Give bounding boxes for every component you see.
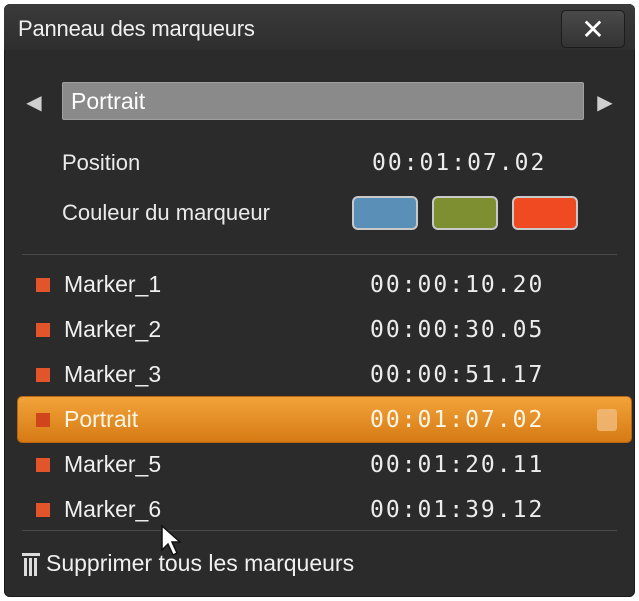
marker-row-4-selected[interactable]: Portrait 00:01:07.02 — [18, 397, 631, 442]
marker-name: Marker_1 — [64, 271, 162, 297]
marker-bullet-icon — [36, 277, 50, 292]
close-icon: ✕ — [581, 13, 605, 45]
marker-row-1[interactable]: Marker_1 00:00:10.20 — [18, 262, 625, 307]
delete-all-label: Supprimer tous les marqueurs — [46, 550, 355, 576]
marker-row-3[interactable]: Marker_3 00:00:51.17 — [18, 352, 625, 397]
arrow-right-icon: ▶ — [597, 91, 613, 114]
delete-marker-icon[interactable] — [597, 409, 617, 431]
panel-title: Panneau des marqueurs — [18, 16, 255, 41]
marker-row-6[interactable]: Marker_6 00:01:39.12 — [18, 487, 625, 532]
position-value: 00:01:07.02 — [372, 150, 547, 176]
color-swatch-red[interactable] — [512, 196, 578, 230]
arrow-left-icon: ◀ — [26, 91, 42, 114]
title-bar: Panneau des marqueurs ✕ — [4, 4, 635, 50]
marker-time: 00:01:07.02 — [370, 406, 545, 433]
marker-name: Portrait — [64, 406, 139, 432]
marker-color-label: Couleur du marqueur — [62, 200, 270, 225]
marker-navigation: ◀ ▶ — [4, 78, 635, 126]
marker-name: Marker_2 — [64, 316, 162, 342]
marker-row-2[interactable]: Marker_2 00:00:30.05 — [18, 307, 625, 352]
marker-name: Marker_5 — [64, 451, 162, 477]
trash-icon — [22, 551, 40, 577]
marker-panel: Panneau des marqueurs ✕ ◀ ▶ Position 00:… — [4, 4, 635, 597]
marker-row-5[interactable]: Marker_5 00:01:20.11 — [18, 442, 625, 487]
position-label: Position — [62, 150, 141, 175]
color-swatch-green[interactable] — [432, 196, 498, 230]
marker-name: Marker_6 — [64, 496, 162, 522]
divider — [22, 530, 617, 531]
marker-bullet-icon — [36, 322, 50, 337]
divider — [22, 254, 617, 255]
marker-time: 00:01:39.12 — [370, 496, 545, 523]
marker-list: Marker_1 00:00:10.20 Marker_2 00:00:30.0… — [18, 262, 631, 532]
close-button[interactable]: ✕ — [561, 10, 625, 48]
previous-marker-button[interactable]: ◀ — [14, 78, 54, 126]
next-marker-button[interactable]: ▶ — [585, 78, 625, 126]
marker-bullet-icon — [36, 457, 50, 472]
marker-bullet-icon — [36, 412, 50, 427]
marker-time: 00:00:51.17 — [370, 361, 545, 388]
marker-time: 00:00:10.20 — [370, 271, 545, 298]
marker-bullet-icon — [36, 367, 50, 382]
marker-time: 00:00:30.05 — [370, 316, 545, 343]
marker-bullet-icon — [36, 502, 50, 517]
marker-name-input[interactable] — [62, 82, 584, 120]
delete-all-markers-button[interactable]: Supprimer tous les marqueurs — [22, 550, 354, 577]
marker-name: Marker_3 — [64, 361, 162, 387]
marker-time: 00:01:20.11 — [370, 451, 545, 478]
color-swatch-blue[interactable] — [352, 196, 418, 230]
mouse-cursor-icon — [161, 524, 182, 557]
